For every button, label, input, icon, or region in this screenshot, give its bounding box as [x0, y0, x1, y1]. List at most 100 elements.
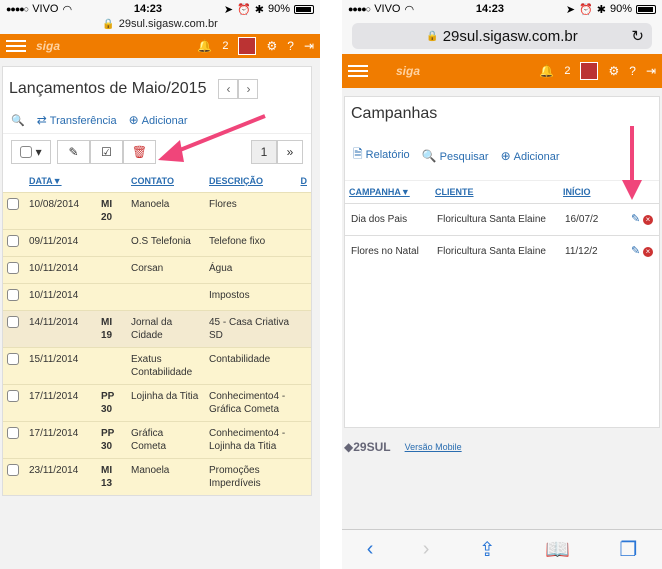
brand-logo: ◆29SUL	[344, 440, 391, 454]
location-icon: ➤	[565, 3, 576, 16]
check-icon[interactable]: ☑	[90, 140, 123, 164]
bell-icon[interactable]: 🔔	[197, 39, 212, 53]
table-row[interactable]: 17/11/2014 PP 30 Gráfica Cometa Conheciment…	[3, 421, 311, 459]
col-cliente[interactable]: CLIENTE	[431, 181, 559, 204]
cell-code: MI 20	[101, 199, 113, 223]
forward-icon[interactable]: ›	[423, 538, 430, 561]
cell-contact	[127, 284, 205, 311]
table-row[interactable]: 10/08/2014 MI 20 Manoela Flores	[3, 192, 311, 230]
row-checkbox[interactable]	[7, 390, 19, 402]
table-row[interactable]: Dia dos Pais Floricultura Santa Elaine 16/…	[345, 203, 659, 236]
next-month-button[interactable]: ›	[238, 79, 259, 99]
url-text: 29sul.sigasw.com.br	[118, 18, 218, 30]
prev-month-button[interactable]: ‹	[218, 79, 239, 99]
row-checkbox[interactable]	[7, 235, 19, 247]
campaigns-table: CAMPANHA▼ CLIENTE INÍCIO Dia dos Pais Flo…	[345, 180, 659, 267]
col-campanha[interactable]: CAMPANHA▼	[345, 181, 431, 204]
back-icon[interactable]: ‹	[367, 538, 374, 561]
launches-panel: Lançamentos de Maio/2015 ‹ › 🔍 ⇄ Transferê…	[2, 66, 312, 496]
transfer-button[interactable]: ⇄ Transferência	[37, 113, 117, 127]
launches-table: DATA▼ CONTATO DESCRIÇÃO D 10/08/2014 MI 2…	[3, 170, 311, 495]
delete-icon[interactable]: ×	[643, 215, 653, 225]
cell-contact: O.S Telefonia	[131, 236, 191, 247]
cell-date: 10/08/2014	[29, 199, 80, 210]
row-checkbox[interactable]	[7, 289, 19, 301]
pencil-icon[interactable]: ✎	[57, 140, 90, 164]
cell-code	[97, 348, 127, 385]
reload-icon[interactable]: ↻	[631, 27, 644, 45]
row-checkbox[interactable]	[7, 427, 19, 439]
siga-logo: siga	[396, 64, 421, 78]
table-row[interactable]: 09/11/2014 O.S Telefonia Telefone fixo	[3, 229, 311, 257]
avatar[interactable]	[580, 62, 599, 80]
address-bar[interactable]: 🔒 29sul.sigasw.com.br ↻	[352, 23, 652, 49]
address-bar[interactable]: 🔒 29sul.sigasw.com.br	[0, 18, 320, 34]
row-checkbox[interactable]	[7, 198, 19, 210]
row-checkbox[interactable]	[7, 316, 19, 328]
gear-icon[interactable]: ⚙	[266, 39, 277, 53]
clock: 14:23	[133, 3, 163, 15]
bluetooth-icon: ✱	[596, 3, 606, 16]
tabs-icon[interactable]: ❐	[619, 537, 637, 562]
cell-desc: Promoções Imperdíveis	[209, 465, 261, 489]
menu-icon[interactable]	[348, 65, 368, 77]
toolbar: ▾ ✎ ☑ 🗑 1 »	[3, 133, 311, 170]
safari-toolbar: ‹ › ⇪ 📖 ❐	[342, 529, 662, 569]
row-checkbox[interactable]	[7, 353, 19, 365]
cell-date: 17/11/2014	[29, 391, 79, 402]
trash-icon[interactable]: 🗑	[123, 140, 156, 164]
delete-icon[interactable]: ×	[643, 247, 653, 257]
cell-start: 16/07/2	[565, 214, 599, 225]
right-phone: ●●●●○ VIVO ◠ 14:23 ➤ ⏰ ✱ 90% 🔒 29sul.sigasw.co…	[342, 0, 662, 569]
help-icon[interactable]: ?	[629, 64, 636, 78]
logout-icon[interactable]: ⇥	[304, 39, 314, 53]
col-data[interactable]: DATA▼	[25, 170, 97, 193]
share-icon[interactable]: ⇪	[479, 537, 496, 562]
search-icon[interactable]: 🔍	[11, 114, 25, 127]
search-button[interactable]: 🔍 Pesquisar	[422, 149, 489, 163]
transfer-icon: ⇄	[36, 113, 47, 127]
table-row[interactable]: 15/11/2014 Exatus Contabilidade Contabilid…	[3, 347, 311, 385]
avatar[interactable]	[238, 37, 257, 55]
logout-icon[interactable]: ⇥	[646, 64, 656, 78]
alarm-icon: ⏰	[579, 3, 593, 16]
select-dropdown[interactable]: ▾	[11, 140, 51, 164]
menu-icon[interactable]	[6, 40, 26, 52]
top-nav: siga 🔔 2 ⚙ ? ⇥	[342, 54, 662, 88]
bell-icon[interactable]: 🔔	[539, 64, 554, 78]
add-button[interactable]: ⊕ Adicionar	[129, 113, 188, 127]
col-d[interactable]: D	[297, 170, 312, 193]
col-descricao[interactable]: DESCRIÇÃO	[205, 170, 297, 193]
table-row[interactable]: 17/11/2014 PP 30 Lojinha da Titia Conhecime…	[3, 384, 311, 422]
table-row[interactable]: Flores no Natal Floricultura Santa Elaine…	[345, 235, 659, 268]
help-icon[interactable]: ?	[287, 39, 294, 53]
table-row[interactable]: 10/11/2014 Corsan Água	[3, 256, 311, 284]
bookmarks-icon[interactable]: 📖	[545, 537, 570, 562]
table-row[interactable]: 14/11/2014 MI 19 Jornal da Cidade 45 - Casa…	[3, 310, 311, 348]
cell-date: 14/11/2014	[29, 317, 79, 328]
cell-desc: Conhecimento4 - Lojinha da Titia	[209, 428, 286, 452]
pencil-icon[interactable]: ✎	[631, 245, 640, 257]
plus-icon: ⊕	[128, 113, 139, 127]
gear-icon[interactable]: ⚙	[608, 64, 619, 78]
cell-client: Floricultura Santa Elaine	[437, 214, 546, 225]
page-1-button[interactable]: 1	[251, 140, 277, 164]
row-checkbox[interactable]	[7, 464, 19, 476]
notif-count: 2	[564, 65, 571, 77]
add-button[interactable]: ⊕ Adicionar	[501, 149, 560, 163]
report-button[interactable]: 🗎 Relatório	[353, 145, 410, 166]
status-bar: ●●●●○ VIVO ◠ 14:23 ➤ ⏰ ✱ 90%	[342, 0, 662, 18]
next-page-button[interactable]: »	[277, 140, 303, 164]
row-checkbox[interactable]	[7, 262, 19, 274]
pencil-icon[interactable]: ✎	[631, 213, 640, 225]
cell-desc: Impostos	[209, 290, 250, 301]
col-contato[interactable]: CONTATO	[127, 170, 205, 193]
screenshot-root: ●●●●○ VIVO ◠ 14:23 ➤ ⏰ ✱ 90% 🔒 29sul.sigasw.co…	[0, 0, 662, 569]
left-phone: ●●●●○ VIVO ◠ 14:23 ➤ ⏰ ✱ 90% 🔒 29sul.sigasw.co…	[0, 0, 320, 569]
cell-code	[97, 257, 127, 284]
table-row[interactable]: 10/11/2014 Impostos	[3, 283, 311, 311]
col-inicio[interactable]: INÍCIO	[559, 181, 625, 204]
mobile-version-link[interactable]: Versão Mobile	[405, 442, 462, 452]
cell-desc: 45 - Casa Criativa SD	[209, 317, 290, 341]
table-row[interactable]: 23/11/2014 MI 13 Manoela Promoções Imperdív…	[3, 458, 311, 495]
